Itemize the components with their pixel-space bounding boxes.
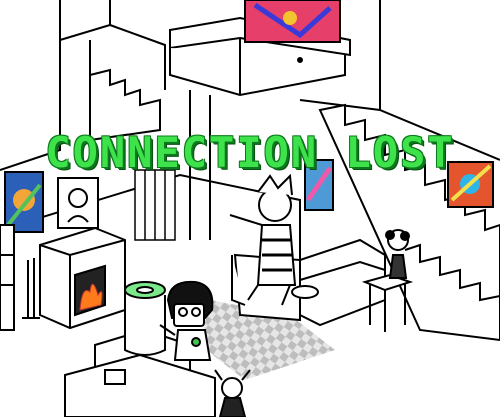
painting-left (4, 171, 44, 233)
window-blinds (134, 169, 176, 241)
connection-lost-banner: CONNECTION LOST (45, 128, 455, 177)
portrait-frame (57, 177, 99, 229)
painting-top (244, 0, 341, 43)
game-scene (0, 0, 500, 417)
bookshelf (0, 224, 15, 331)
fireplace[interactable] (39, 226, 126, 330)
